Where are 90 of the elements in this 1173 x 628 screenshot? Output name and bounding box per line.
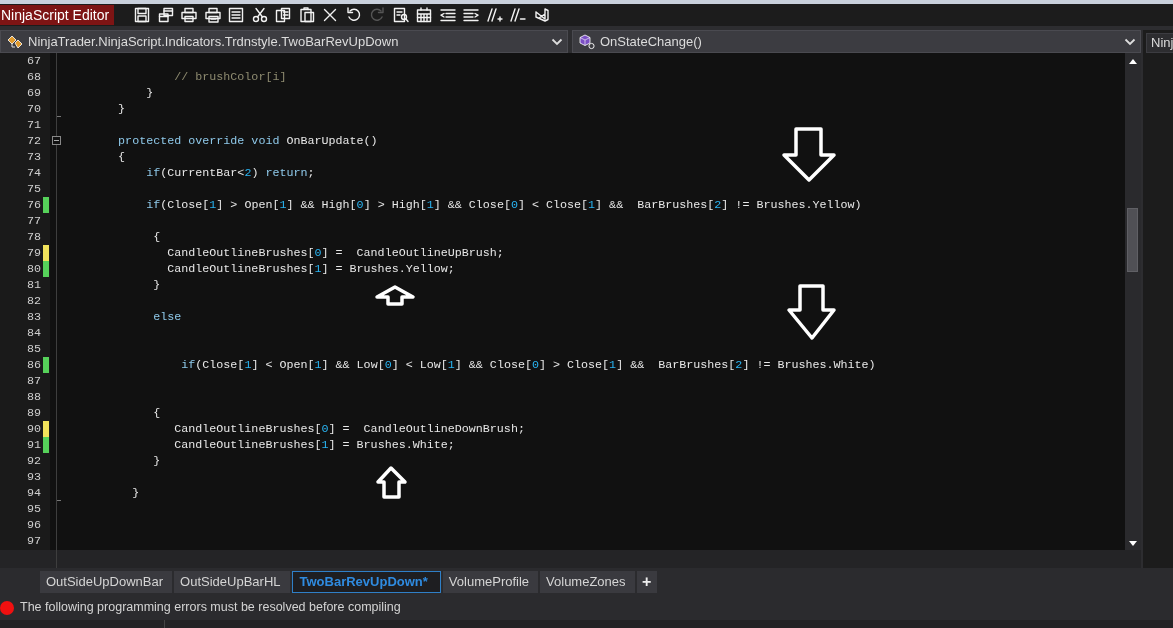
line-number: 67 <box>25 53 42 69</box>
line-number: 77 <box>25 213 42 229</box>
editor-tab[interactable]: OutSideUpDownBar <box>40 571 173 593</box>
add-tab-button[interactable]: + <box>636 571 657 593</box>
up-arrow-icon <box>375 465 409 500</box>
code-line: protected override void OnBarUpdate() <box>117 133 378 149</box>
print-preview-icon[interactable] <box>203 6 222 24</box>
line-number: 84 <box>25 325 42 341</box>
line-number: 96 <box>25 517 42 533</box>
line-number: 68 <box>25 69 42 85</box>
line-number: 74 <box>25 165 42 181</box>
code-line: { <box>152 229 161 245</box>
panel-tab[interactable]: Ninj <box>1146 33 1173 53</box>
code-line: { <box>152 405 161 421</box>
type-dropdown[interactable]: NinjaTrader.NinjaScript.Indicators.Trdnstyle.TwoBarRevUpDown <box>0 30 568 53</box>
copy-icon[interactable] <box>274 6 292 24</box>
line-number: 85 <box>25 341 42 357</box>
code-line: } <box>145 85 154 101</box>
editor-tab[interactable]: TwoBarRevUpDown* <box>291 571 441 593</box>
scroll-up-icon[interactable] <box>1128 57 1138 65</box>
code-line: CandleOutlineBrushes[0] = CandleOutlineDownBrush; <box>173 421 525 437</box>
code-line: CandleOutlineBrushes[0] = CandleOutlineUpBrush; <box>166 245 504 261</box>
chevron-down-icon <box>551 37 563 46</box>
code-line: } <box>152 277 161 293</box>
code-line: } <box>117 101 126 117</box>
vertical-scrollbar[interactable] <box>1125 53 1141 550</box>
line-number: 79 <box>25 245 42 261</box>
editor-tab[interactable]: VolumeZones <box>540 571 635 593</box>
line-number: 86 <box>25 357 42 373</box>
list-icon[interactable] <box>227 6 245 24</box>
code-line: if(Close[1] < Open[1] && Low[0] < Low[1] && Close[0] > Close[1] && BarBrushes[2] != Brushes.White) <box>180 357 876 373</box>
window-title: NinjaScript Editor <box>0 5 114 25</box>
line-number: 87 <box>25 373 42 389</box>
paste-icon[interactable] <box>297 6 316 24</box>
comment-icon[interactable] <box>485 6 504 24</box>
chevron-down-icon <box>1124 37 1136 46</box>
outdent-icon[interactable] <box>438 6 457 24</box>
grid-icon[interactable] <box>415 6 433 24</box>
print-icon[interactable] <box>180 6 198 24</box>
close-icon[interactable] <box>321 6 339 24</box>
code-line: } <box>131 485 140 501</box>
cut-icon[interactable] <box>250 6 269 24</box>
line-number: 71 <box>25 117 42 133</box>
indent-icon[interactable] <box>462 6 480 24</box>
uncomment-icon[interactable] <box>509 6 527 24</box>
line-number: 90 <box>25 421 42 437</box>
code-line: CandleOutlineBrushes[1] = Brushes.Yellow; <box>166 261 455 277</box>
code-line: // brushColor[i] <box>173 69 287 85</box>
scroll-down-icon[interactable] <box>1128 540 1138 548</box>
down-arrow-icon <box>781 126 838 184</box>
line-number: 69 <box>25 85 42 101</box>
line-number: 95 <box>25 501 42 517</box>
code-line: else <box>152 309 182 325</box>
find-icon[interactable] <box>391 6 410 24</box>
line-number: 78 <box>25 229 42 245</box>
line-number: 97 <box>25 533 42 549</box>
line-number: 92 <box>25 453 42 469</box>
class-icon <box>6 33 24 50</box>
line-number: 76 <box>25 197 42 213</box>
line-number: 82 <box>25 293 42 309</box>
code-line: CandleOutlineBrushes[1] = Brushes.White; <box>173 437 455 453</box>
windows-icon[interactable] <box>156 6 175 24</box>
line-number: 83 <box>25 309 42 325</box>
line-number: 93 <box>25 469 42 485</box>
down-arrow-icon <box>786 283 838 342</box>
editor-tab[interactable]: VolumeProfile <box>442 571 539 593</box>
line-number: 80 <box>25 261 42 277</box>
status-message: The following programming errors must be resolved before compiling <box>20 599 401 617</box>
scroll-thumb[interactable] <box>1127 208 1138 272</box>
line-number: 73 <box>25 149 42 165</box>
line-number: 89 <box>25 405 42 421</box>
line-number: 88 <box>25 389 42 405</box>
code-line: { <box>117 149 126 165</box>
collapse-icon[interactable] <box>52 136 61 145</box>
code-line: if(CurrentBar<2) return; <box>145 165 315 181</box>
member-dropdown[interactable]: OnStateChange() <box>572 30 1141 53</box>
line-number: 72 <box>25 133 42 149</box>
undo-icon[interactable] <box>344 6 363 24</box>
line-number: 75 <box>25 181 42 197</box>
up-arrow-icon <box>374 284 416 307</box>
line-number: 81 <box>25 277 42 293</box>
logo-icon[interactable] <box>532 6 551 24</box>
cube-icon <box>578 33 596 50</box>
line-number: 91 <box>25 437 42 453</box>
save-icon[interactable] <box>133 6 151 24</box>
editor-tab[interactable]: OutSideUpBarHL <box>174 571 290 593</box>
line-number: 94 <box>25 485 42 501</box>
code-line: if(Close[1] > Open[1] && High[0] > High[1] && Close[0] < Close[1] && BarBrushes[2] != Brushes.Yellow) <box>145 197 862 213</box>
code-line: } <box>152 453 161 469</box>
line-number: 70 <box>25 101 42 117</box>
